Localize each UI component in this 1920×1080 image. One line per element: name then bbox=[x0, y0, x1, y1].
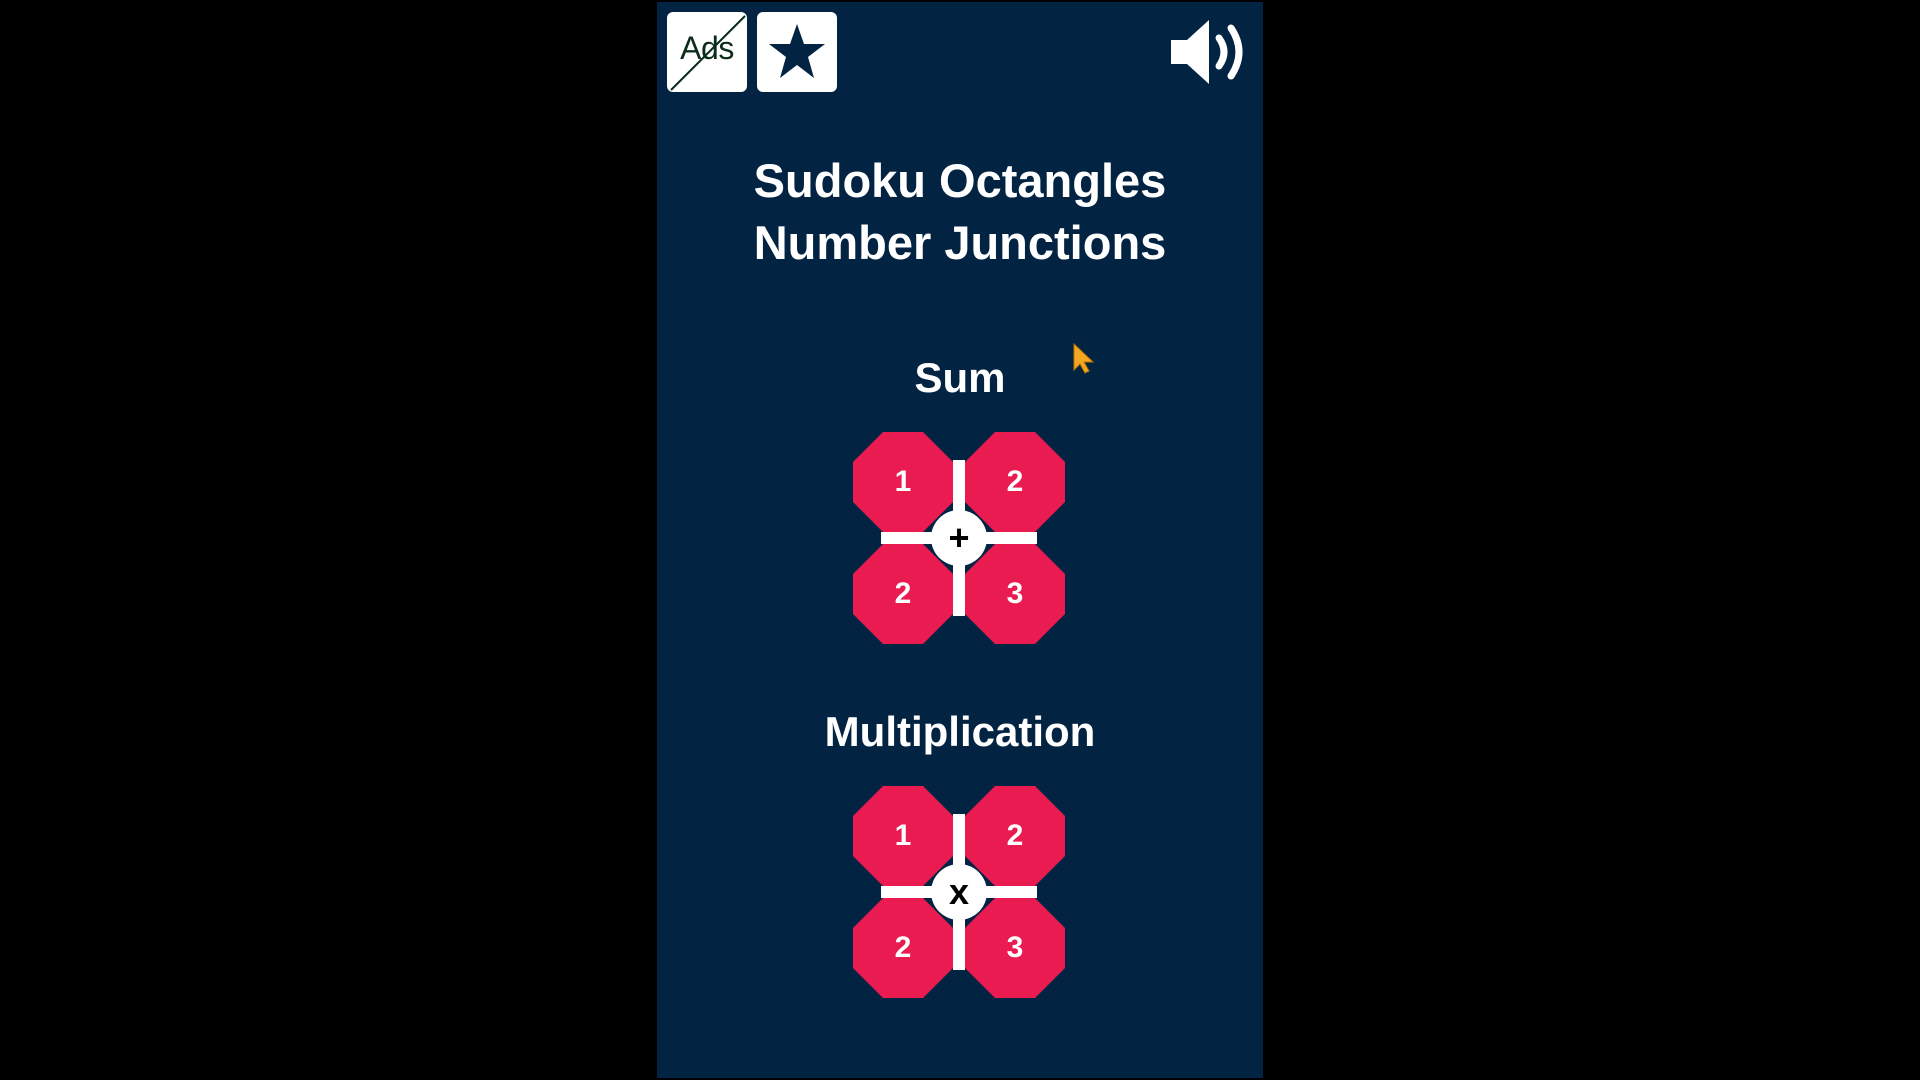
mouse-cursor-icon bbox=[1073, 342, 1095, 374]
remove-ads-button[interactable]: Ads bbox=[667, 12, 747, 92]
game-title: Sudoku Octangles Number Junctions bbox=[657, 150, 1263, 274]
multiplication-junction-example: 1 2 2 3 x bbox=[853, 786, 1065, 998]
title-line-1: Sudoku Octangles bbox=[753, 154, 1167, 207]
title-line-2: Number Junctions bbox=[753, 216, 1167, 269]
rate-button[interactable] bbox=[757, 12, 837, 92]
sum-section-label: Sum bbox=[914, 354, 1006, 401]
ads-slash-icon bbox=[670, 15, 746, 91]
speaker-volume-icon[interactable] bbox=[1169, 16, 1253, 88]
game-screen: Ads Sudoku Octangles Number Junctions Su… bbox=[657, 2, 1263, 1078]
multiply-operator: x bbox=[948, 871, 970, 912]
plus-operator: + bbox=[948, 517, 970, 558]
star-icon bbox=[769, 24, 825, 78]
multiplication-section-label: Multiplication bbox=[824, 708, 1096, 755]
sum-junction-example: 1 2 2 3 + bbox=[853, 432, 1065, 644]
